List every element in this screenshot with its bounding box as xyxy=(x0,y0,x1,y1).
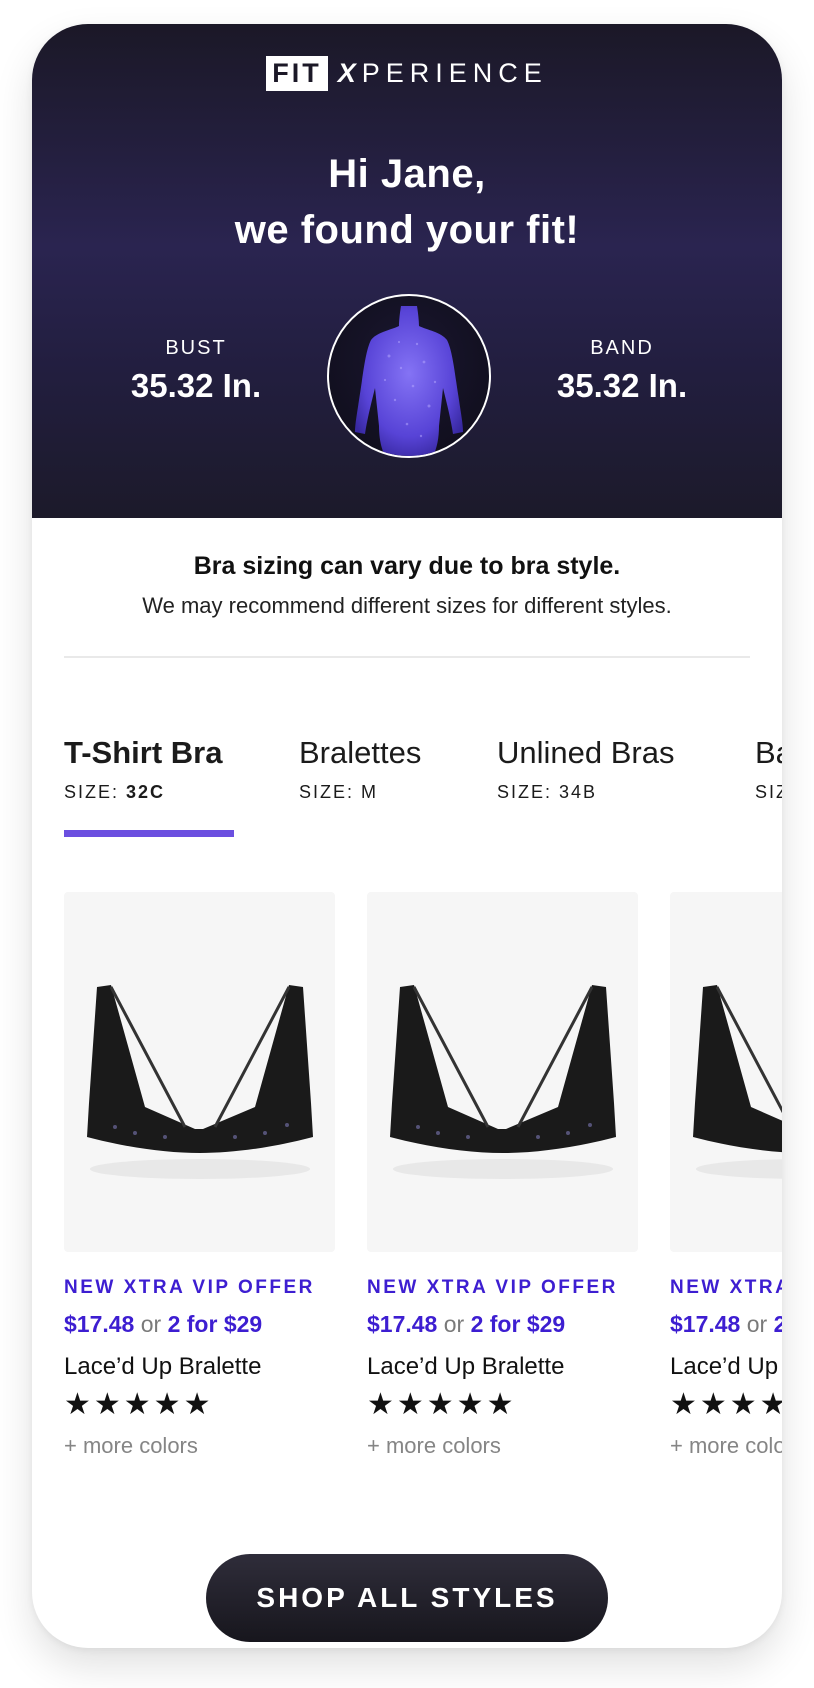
more-colors-link[interactable]: + more colors xyxy=(64,1432,335,1460)
shop-all-styles-button[interactable]: SHOP ALL STYLES xyxy=(206,1554,608,1642)
active-tab-indicator xyxy=(64,830,234,837)
info-heading: Bra sizing can vary due to bra style. xyxy=(193,552,621,580)
price-value: $17.48 xyxy=(367,1311,438,1337)
offer-text: NEW XTRA VIP OFFER xyxy=(670,1277,782,1298)
logo-x: X xyxy=(337,58,362,88)
product-card[interactable]: NEW XTRA VIP OFFER $17.48 or 2 for $29 L… xyxy=(367,892,638,1460)
offer-text: NEW XTRA VIP OFFER xyxy=(64,1277,315,1298)
product-image[interactable] xyxy=(670,892,782,1252)
greeting-line-1: Hi Jane, xyxy=(328,152,486,196)
product-card[interactable]: NEW XTRA VIP OFFER $17.48 or 2 for $29 L… xyxy=(64,892,335,1460)
tab-name: Unlined Bras xyxy=(497,735,675,770)
logo-fit-box: FIT xyxy=(266,56,328,91)
style-tabs: T-Shirt Bra SIZE: 32C Bralettes SIZE: M … xyxy=(64,734,782,844)
tab-unlined-bras[interactable]: Unlined Bras SIZE: 34B xyxy=(497,734,674,804)
product-name[interactable]: Lace’d Up Bralette xyxy=(64,1352,335,1382)
more-colors-link[interactable]: + more colors xyxy=(367,1432,638,1460)
price-or: or xyxy=(443,1311,465,1337)
greeting-title: Hi Jane, we found your fit! xyxy=(32,146,782,258)
section-divider xyxy=(64,656,750,658)
tab-size-label: SIZE: xyxy=(497,782,553,802)
greeting-line-2: we found your fit! xyxy=(234,208,580,252)
tab-size-value: 32C xyxy=(126,782,166,802)
product-name[interactable]: Lace’d Up Bralette xyxy=(670,1352,782,1382)
product-image[interactable] xyxy=(64,892,335,1252)
tab-size-label: SIZ xyxy=(755,782,782,802)
tab-size: SIZE: 32C xyxy=(64,780,222,804)
price-or: or xyxy=(746,1311,768,1337)
product-card[interactable]: NEW XTRA VIP OFFER $17.48 or 2 for $29 L… xyxy=(670,892,782,1460)
offer-text: NEW XTRA VIP OFFER xyxy=(367,1277,618,1298)
tab-t-shirt-bra[interactable]: T-Shirt Bra SIZE: 32C xyxy=(64,734,234,837)
tab-size: SIZE: M xyxy=(299,780,421,804)
band-label: BAND xyxy=(590,337,654,359)
bra-image-icon xyxy=(692,985,782,1179)
tab-size: SIZE: 34B xyxy=(497,780,674,804)
product-image[interactable] xyxy=(367,892,638,1252)
bra-image-icon xyxy=(389,985,616,1179)
tab-size-label: SIZE: xyxy=(299,782,355,802)
more-colors-link[interactable]: + more colors xyxy=(670,1432,782,1460)
brand-logo: FIT XPERIENCE xyxy=(32,56,782,91)
tab-size-value: M xyxy=(361,782,379,802)
bust-value: 35.32 In. xyxy=(130,367,262,404)
bust-label: BUST xyxy=(165,337,227,359)
product-price: $17.48 or 2 for $29 xyxy=(670,1310,782,1338)
logo-rest: PERIENCE xyxy=(361,58,548,88)
logo-wordmark: XPERIENCE xyxy=(338,58,548,89)
info-text: We may recommend different sizes for dif… xyxy=(142,593,672,618)
tab-size-value: 34B xyxy=(559,782,598,802)
band-measurement: BAND 35.32 In. xyxy=(492,336,752,408)
tab-name: Bralettes xyxy=(299,735,422,770)
product-price: $17.48 or 2 for $29 xyxy=(367,1310,638,1338)
tab-name: Ba xyxy=(755,735,782,770)
product-carousel: NEW XTRA VIP OFFER $17.48 or 2 for $29 L… xyxy=(64,892,782,1458)
product-price: $17.48 or 2 for $29 xyxy=(64,1310,335,1338)
body-scan-figure-icon xyxy=(355,306,463,456)
product-name[interactable]: Lace’d Up Bralette xyxy=(367,1352,638,1382)
price-or: or xyxy=(140,1311,162,1337)
bra-image-icon xyxy=(86,985,313,1179)
rating-stars: ★★★★★ xyxy=(670,1388,782,1421)
tab-bralettes[interactable]: Bralettes SIZE: M xyxy=(299,734,421,804)
price-deal: 2 for $29 xyxy=(470,1311,566,1337)
price-value: $17.48 xyxy=(64,1311,135,1337)
tab-size-label: SIZE: xyxy=(64,782,120,802)
tab-size: SIZ xyxy=(755,780,782,804)
rating-stars: ★★★★★ xyxy=(64,1388,214,1421)
tab-name: T-Shirt Bra xyxy=(64,735,223,770)
fit-results-card: FIT XPERIENCE Hi Jane, we found your fit… xyxy=(32,24,782,1648)
price-value: $17.48 xyxy=(670,1311,741,1337)
bust-measurement: BUST 35.32 In. xyxy=(66,336,326,408)
price-deal: 2 for $29 xyxy=(167,1311,263,1337)
tab-partial[interactable]: Ba SIZ xyxy=(755,734,782,804)
price-deal: 2 for $29 xyxy=(773,1311,782,1337)
rating-stars: ★★★★★ xyxy=(367,1388,517,1421)
hero-section: FIT XPERIENCE Hi Jane, we found your fit… xyxy=(32,24,782,518)
body-scan-avatar xyxy=(327,294,491,458)
band-value: 35.32 In. xyxy=(556,367,688,404)
